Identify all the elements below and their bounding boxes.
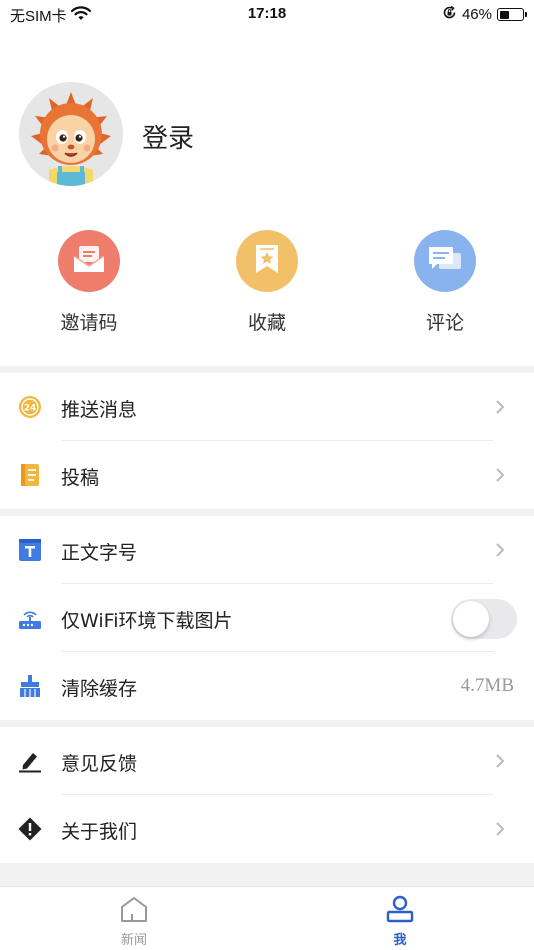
wifi-only-row: 仅WiFi环境下载图片 (0, 584, 534, 652)
quick-circle-comments (414, 230, 476, 292)
font-size-row[interactable]: 正文字号 (0, 516, 534, 584)
battery-text: 46% (461, 6, 492, 23)
about-us-label: 关于我们 (61, 821, 138, 843)
invite-code-label: 邀请码 (60, 312, 118, 334)
avatar[interactable] (19, 82, 123, 186)
comment-icon (427, 244, 463, 278)
tab-me[interactable]: 我 (340, 895, 460, 948)
bookmark-icon (252, 243, 282, 279)
router-icon (18, 606, 42, 630)
submit-article-label: 投稿 (61, 467, 100, 489)
chevron-right-icon (492, 467, 508, 483)
quick-circle-favorites (236, 230, 298, 292)
battery-icon (497, 8, 527, 21)
home-icon (119, 897, 149, 927)
chevron-right-icon (492, 821, 508, 837)
svg-text:24: 24 (24, 404, 37, 414)
about-us-row[interactable]: 关于我们 (0, 795, 534, 863)
wifi-only-toggle[interactable] (451, 599, 517, 639)
chevron-right-icon (492, 399, 508, 415)
feedback-row[interactable]: 意见反馈 (0, 727, 534, 795)
tab-bar: 新闻 我 (0, 886, 534, 950)
push-messages-row[interactable]: 24 推送消息 (0, 373, 534, 441)
status-bar: 无SIM卡 17:18 46% (0, 0, 534, 30)
profile-section: 登录 邀请码 收藏 评论 (0, 30, 534, 366)
chevron-right-icon (492, 542, 508, 558)
user-icon (385, 895, 415, 927)
envelope-icon (72, 244, 106, 278)
favorites-label: 收藏 (247, 312, 286, 334)
wifi-only-label: 仅WiFi环境下载图片 (61, 610, 233, 632)
font-size-label: 正文字号 (61, 542, 138, 564)
chevron-right-icon (492, 753, 508, 769)
push-messages-label: 推送消息 (61, 399, 138, 421)
clear-cache-row[interactable]: 清除缓存 4.7MB (0, 652, 534, 720)
notebook-icon (18, 463, 42, 487)
toggle-knob (453, 601, 489, 637)
feedback-label: 意见反馈 (61, 753, 138, 775)
broom-icon (18, 674, 42, 698)
warning-diamond-icon (18, 817, 42, 841)
submit-article-row[interactable]: 投稿 (0, 441, 534, 509)
tab-news-label: 新闻 (120, 933, 147, 948)
invite-code-button[interactable]: 邀请码 (14, 230, 164, 335)
comments-button[interactable]: 评论 (370, 230, 520, 335)
quick-circle-invite (58, 230, 120, 292)
text-format-icon (18, 538, 42, 562)
clock-24-icon: 24 (18, 395, 42, 419)
status-right: 46% (442, 5, 527, 24)
login-link[interactable]: 登录 (142, 118, 194, 155)
favorites-button[interactable]: 收藏 (192, 230, 342, 335)
battery-fill (499, 10, 510, 19)
orientation-lock-icon (442, 5, 457, 24)
tab-me-label: 我 (393, 933, 407, 948)
menu-group-1: 24 推送消息 投稿 (0, 373, 534, 509)
tab-news[interactable]: 新闻 (74, 895, 194, 948)
menu-group-3: 意见反馈 关于我们 (0, 727, 534, 863)
clear-cache-label: 清除缓存 (61, 678, 138, 700)
comments-label: 评论 (425, 312, 464, 334)
pencil-icon (18, 749, 42, 773)
menu-group-2: 正文字号 仅WiFi环境下载图片 清除缓存 4.7MB (0, 516, 534, 720)
cache-size-value: 4.7MB (460, 675, 514, 696)
